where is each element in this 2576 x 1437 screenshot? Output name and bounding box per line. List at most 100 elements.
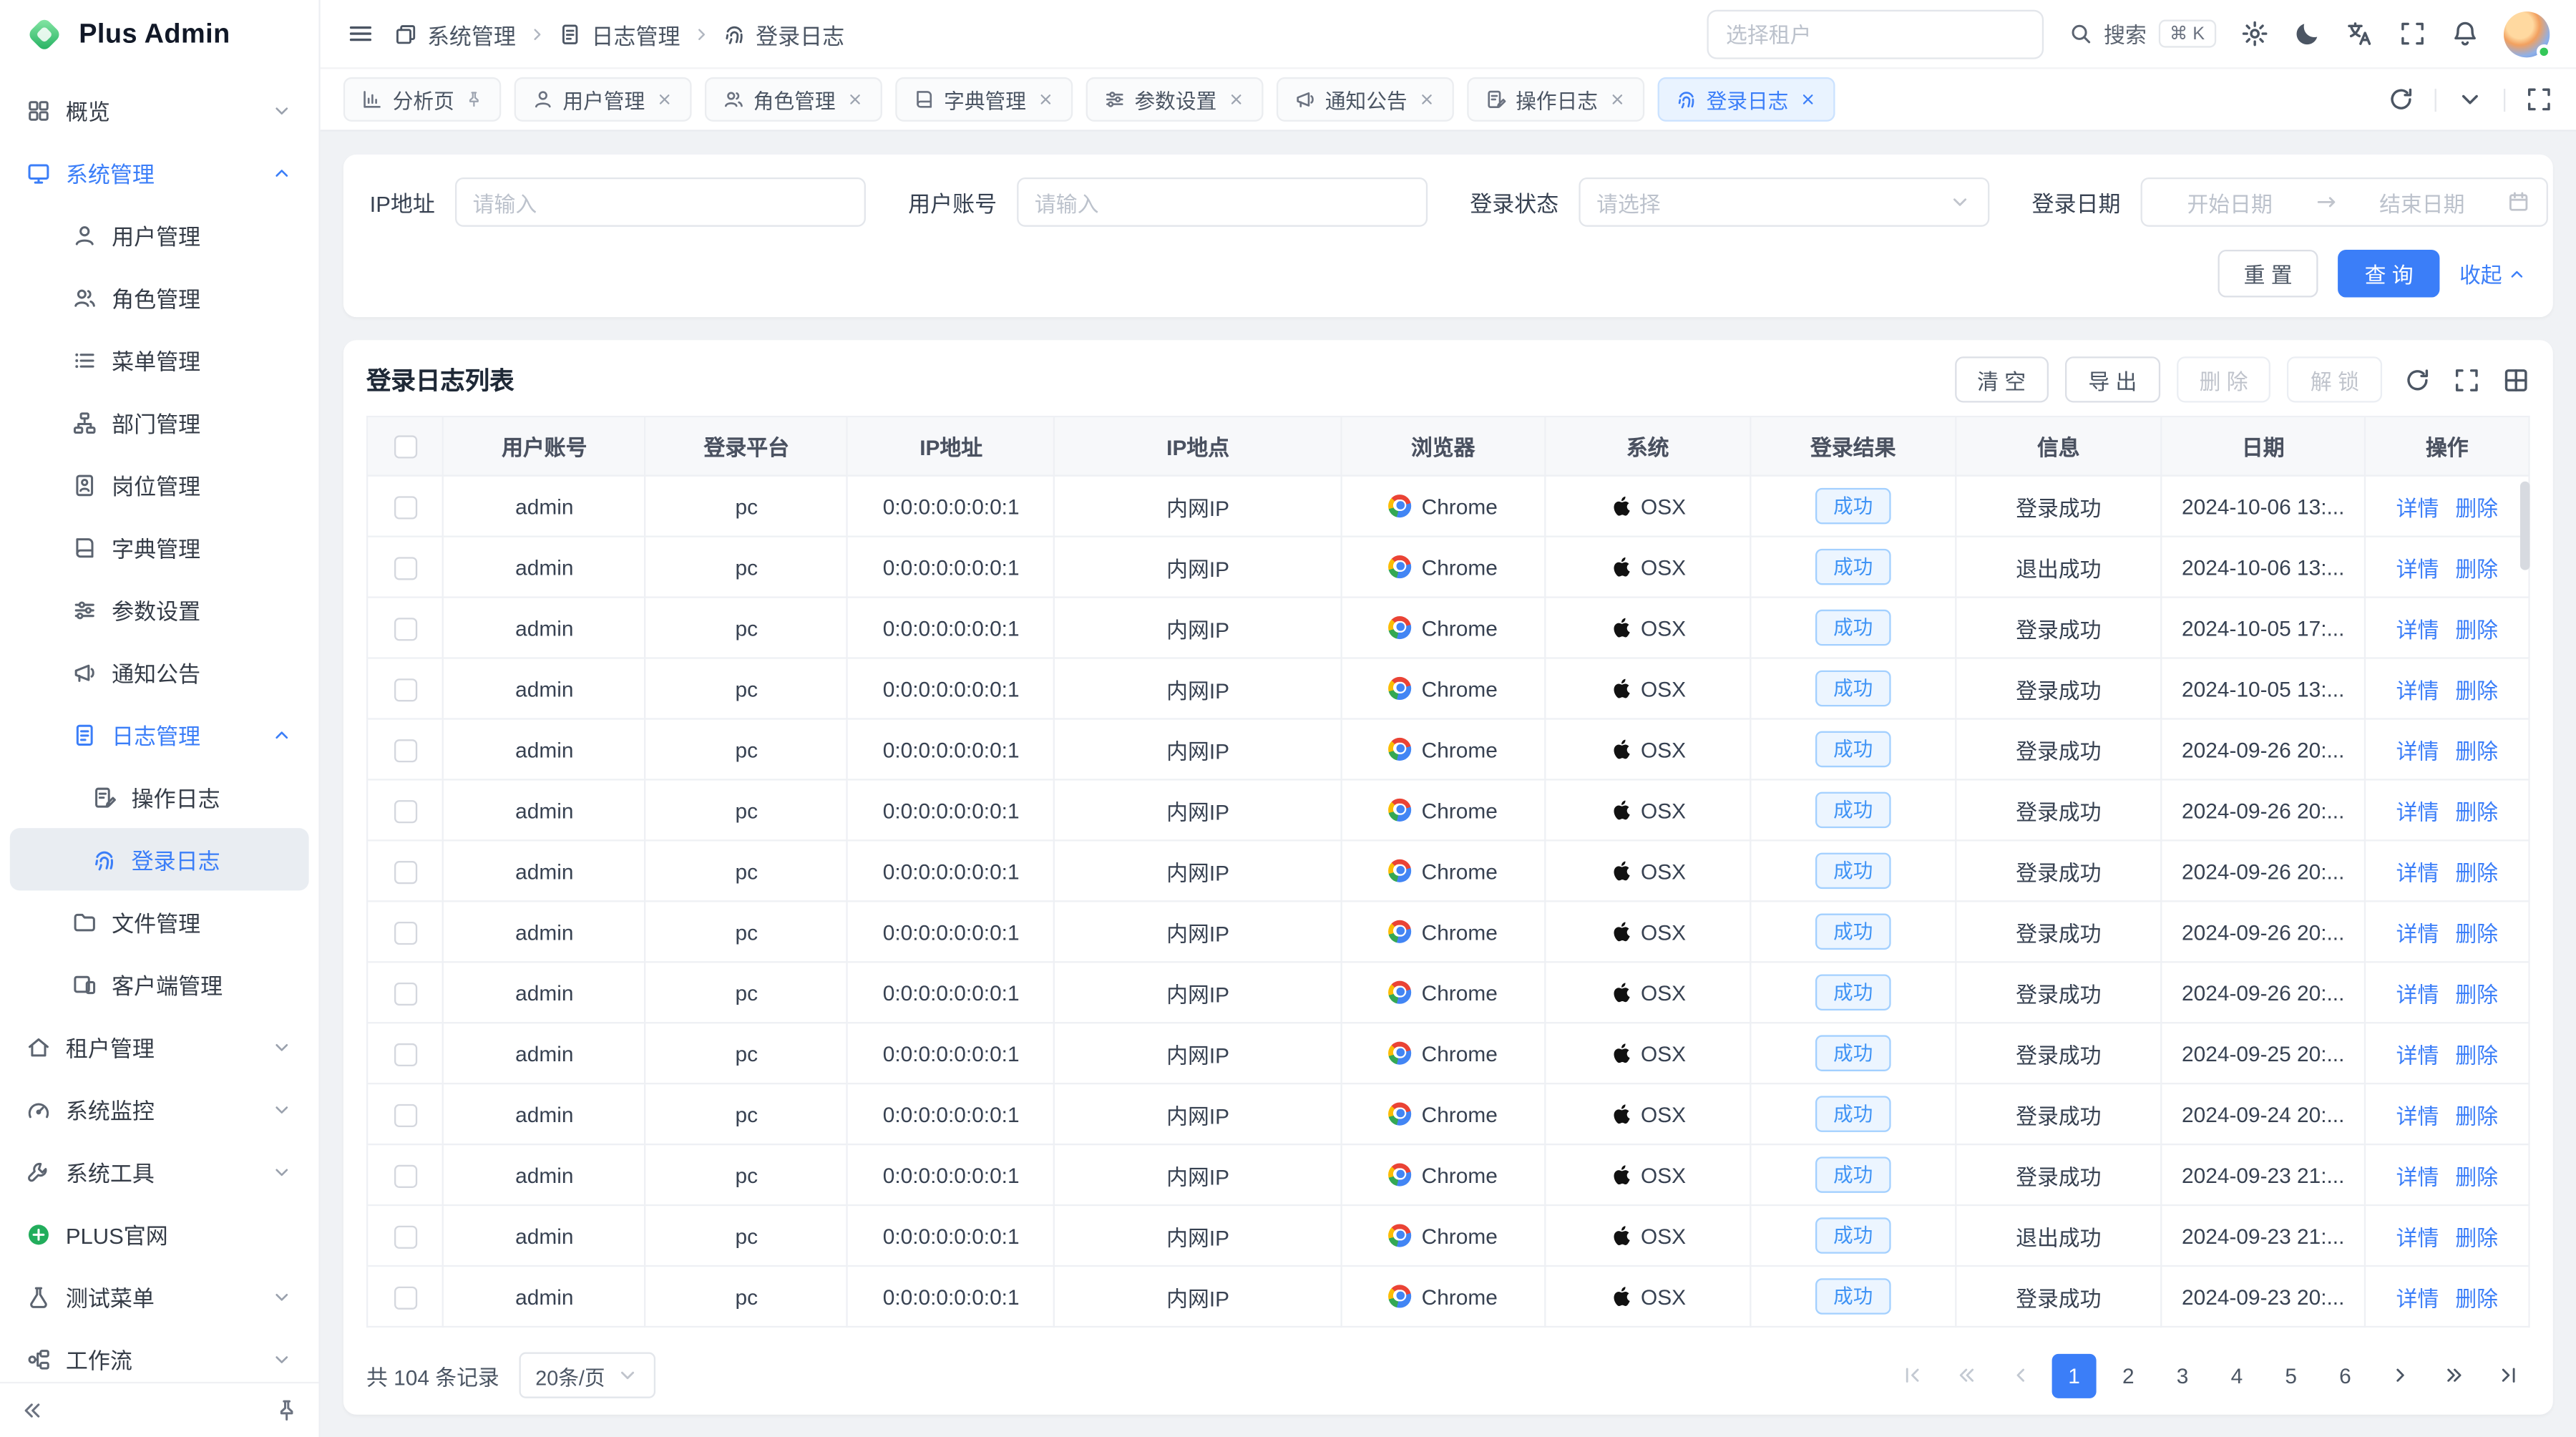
close-tab-icon[interactable] (1417, 90, 1435, 108)
row-checkbox[interactable] (394, 1043, 416, 1066)
breadcrumb-item[interactable]: 登录日志 (723, 17, 844, 50)
sidebar-item-system-mgmt[interactable]: 系统管理 (10, 141, 309, 203)
row-checkbox[interactable] (394, 1286, 416, 1309)
sidebar-item-role-mgmt[interactable]: 角色管理 (10, 266, 309, 328)
delete-link[interactable]: 删除 (2455, 916, 2498, 948)
next-group-button[interactable] (2431, 1353, 2476, 1398)
first-page-button[interactable] (1889, 1353, 1933, 1398)
delete-link[interactable]: 删除 (2455, 551, 2498, 583)
settings-icon[interactable] (2241, 20, 2269, 48)
unlock-button[interactable]: 解 锁 (2288, 356, 2382, 402)
row-checkbox[interactable] (394, 678, 416, 701)
language-icon[interactable] (2346, 20, 2374, 48)
date-range-picker[interactable]: 开始日期 结束日期 (2140, 177, 2547, 227)
close-tab-icon[interactable] (1798, 90, 1816, 108)
page-button-1[interactable]: 1 (2052, 1353, 2097, 1398)
sidebar-item-dict-mgmt[interactable]: 字典管理 (10, 516, 309, 578)
sidebar-item-notice[interactable]: 通知公告 (10, 640, 309, 703)
detail-link[interactable]: 详情 (2396, 977, 2439, 1008)
detail-link[interactable]: 详情 (2396, 1220, 2439, 1252)
sidebar-item-tenant-mgmt[interactable]: 租户管理 (10, 1015, 309, 1078)
refresh-list-icon[interactable] (2404, 366, 2431, 394)
tab-role-mgmt[interactable]: 角色管理 (704, 77, 882, 122)
page-size-select[interactable]: 20条/页 (519, 1353, 655, 1398)
sidebar-item-param-settings[interactable]: 参数设置 (10, 578, 309, 640)
sidebar-item-overview[interactable]: 概览 (10, 79, 309, 141)
delete-link[interactable]: 删除 (2455, 673, 2498, 704)
delete-button[interactable]: 删 除 (2177, 356, 2271, 402)
menu-toggle-icon[interactable] (346, 20, 374, 48)
row-checkbox[interactable] (394, 739, 416, 762)
close-tab-icon[interactable] (845, 90, 863, 108)
next-page-button[interactable] (2377, 1353, 2421, 1398)
detail-link[interactable]: 详情 (2396, 1099, 2439, 1130)
sidebar-item-sys-tools[interactable]: 系统工具 (10, 1140, 309, 1202)
sidebar-item-login-log[interactable]: 登录日志 (10, 828, 309, 890)
global-search[interactable]: 搜索 ⌘ K (2068, 18, 2217, 49)
row-checkbox[interactable] (394, 1164, 416, 1187)
account-filter-input[interactable]: 请输入 (1017, 177, 1428, 227)
sidebar-item-menu-mgmt[interactable]: 菜单管理 (10, 328, 309, 391)
row-checkbox[interactable] (394, 982, 416, 1005)
clear-button[interactable]: 清 空 (1954, 356, 2049, 402)
detail-link[interactable]: 详情 (2396, 1159, 2439, 1191)
user-avatar[interactable] (2504, 11, 2550, 57)
detail-link[interactable]: 详情 (2396, 734, 2439, 765)
table-fullscreen-icon[interactable] (2453, 366, 2481, 394)
refresh-page-icon[interactable] (2387, 85, 2415, 113)
content-fullscreen-icon[interactable] (2525, 85, 2553, 113)
row-checkbox[interactable] (394, 1104, 416, 1126)
select-all-checkbox[interactable] (394, 436, 416, 459)
tab-notice[interactable]: 通知公告 (1276, 77, 1453, 122)
row-checkbox[interactable] (394, 1225, 416, 1248)
sidebar-item-file-mgmt[interactable]: 文件管理 (10, 890, 309, 953)
detail-link[interactable]: 详情 (2396, 1281, 2439, 1312)
table-scrollbar[interactable] (2520, 482, 2530, 570)
page-button-2[interactable]: 2 (2106, 1353, 2150, 1398)
status-filter-select[interactable]: 请选择 (1579, 177, 1989, 227)
last-page-button[interactable] (2486, 1353, 2530, 1398)
delete-link[interactable]: 删除 (2455, 1220, 2498, 1252)
row-checkbox[interactable] (394, 922, 416, 945)
row-checkbox[interactable] (394, 800, 416, 823)
tab-op-log[interactable]: 操作日志 (1466, 77, 1644, 122)
detail-link[interactable]: 详情 (2396, 490, 2439, 522)
ip-filter-input[interactable]: 请输入 (454, 177, 865, 227)
detail-link[interactable]: 详情 (2396, 794, 2439, 826)
export-button[interactable]: 导 出 (2065, 356, 2160, 402)
row-checkbox[interactable] (394, 618, 416, 640)
tab-options-icon[interactable] (2456, 85, 2484, 113)
breadcrumb-item[interactable]: 系统管理 (394, 17, 516, 50)
page-button-6[interactable]: 6 (2323, 1353, 2367, 1398)
detail-link[interactable]: 详情 (2396, 673, 2439, 704)
sidebar-item-dept-mgmt[interactable]: 部门管理 (10, 391, 309, 453)
sidebar-item-workflow[interactable]: 工作流 (10, 1328, 309, 1382)
prev-group-button[interactable] (1943, 1353, 1988, 1398)
collapse-filter-link[interactable]: 收起 (2459, 258, 2527, 289)
query-button[interactable]: 查 询 (2338, 250, 2439, 298)
tab-analysis[interactable]: 分析页 (343, 77, 500, 122)
page-button-3[interactable]: 3 (2160, 1353, 2205, 1398)
close-tab-icon[interactable] (1226, 90, 1244, 108)
detail-link[interactable]: 详情 (2396, 855, 2439, 887)
delete-link[interactable]: 删除 (2455, 794, 2498, 826)
detail-link[interactable]: 详情 (2396, 916, 2439, 948)
delete-link[interactable]: 删除 (2455, 1038, 2498, 1069)
reset-button[interactable]: 重 置 (2218, 250, 2318, 298)
sidebar-item-op-log[interactable]: 操作日志 (10, 766, 309, 828)
tab-param-settings[interactable]: 参数设置 (1085, 77, 1263, 122)
collapse-sidebar-icon[interactable] (20, 1398, 44, 1423)
detail-link[interactable]: 详情 (2396, 551, 2439, 583)
tenant-select[interactable]: 选择租户 (1706, 9, 2043, 59)
close-tab-icon[interactable] (655, 90, 673, 108)
sidebar-item-plus-site[interactable]: PLUS官网 (10, 1203, 309, 1265)
fullscreen-icon[interactable] (2399, 20, 2426, 48)
row-checkbox[interactable] (394, 861, 416, 884)
row-checkbox[interactable] (394, 496, 416, 519)
column-settings-icon[interactable] (2502, 366, 2530, 394)
sidebar-item-user-mgmt[interactable]: 用户管理 (10, 204, 309, 266)
close-tab-icon[interactable] (1036, 90, 1054, 108)
delete-link[interactable]: 删除 (2455, 855, 2498, 887)
delete-link[interactable]: 删除 (2455, 734, 2498, 765)
delete-link[interactable]: 删除 (2455, 1159, 2498, 1191)
